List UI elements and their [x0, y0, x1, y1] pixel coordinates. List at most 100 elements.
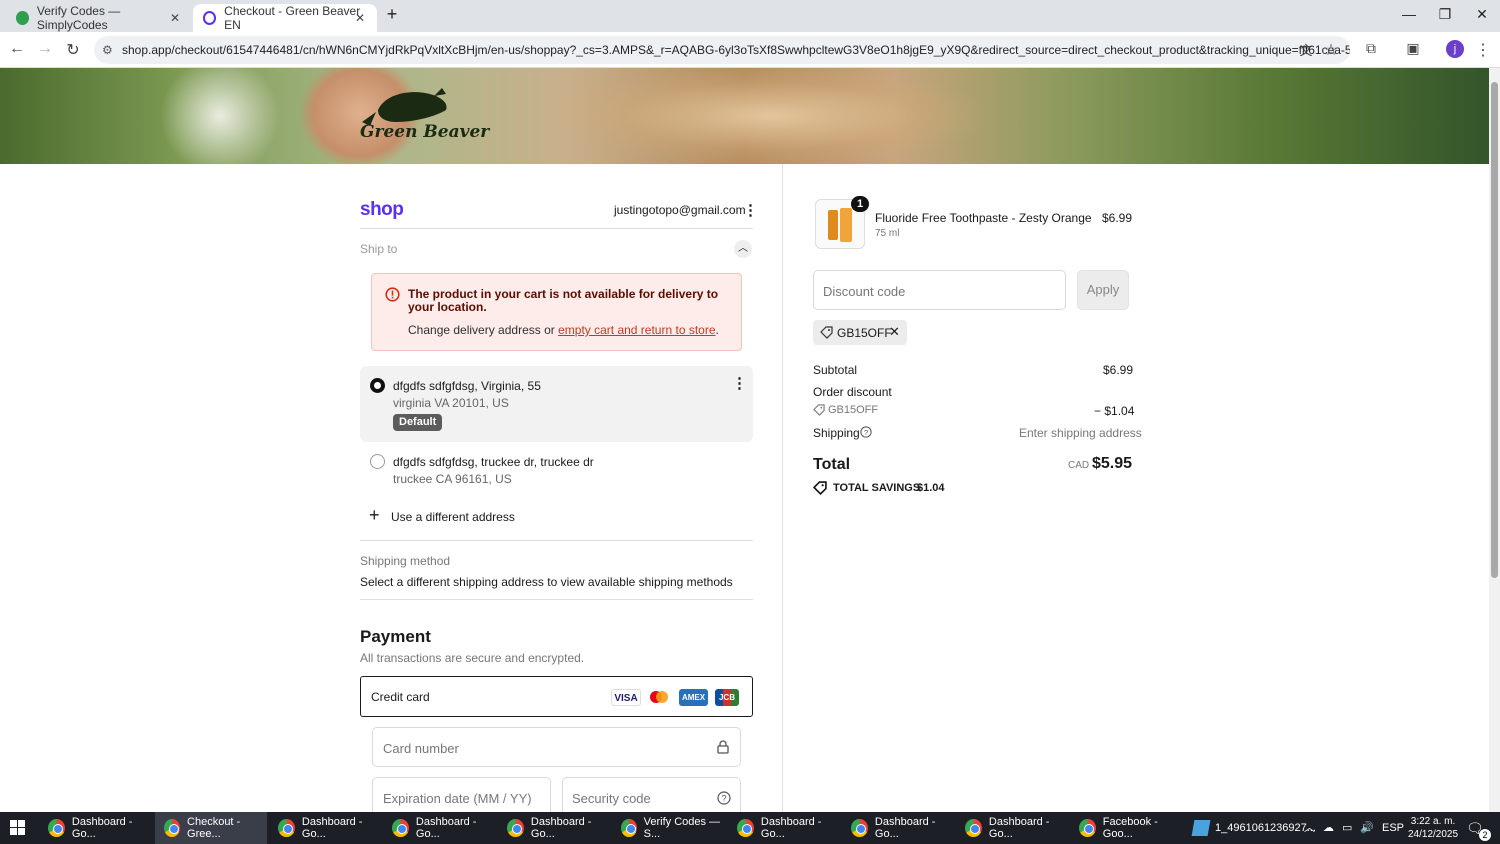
taskbar-item[interactable]: Dashboard - Go... [392, 812, 498, 844]
amex-icon: AMEX [679, 689, 708, 706]
network-icon[interactable]: ☁ [1323, 812, 1334, 844]
taskbar-item[interactable]: 1_4961061236927... [1191, 812, 1316, 844]
forward-icon[interactable]: → [35, 40, 55, 58]
security-code-field[interactable]: Security code ? [562, 777, 741, 817]
close-tab-icon[interactable]: ✕ [170, 11, 180, 25]
new-tab-icon[interactable]: + [382, 4, 402, 25]
remove-discount-icon[interactable]: ✕ [889, 324, 900, 340]
taskbar-item[interactable]: Dashboard - Go... [48, 812, 154, 844]
taskbar-item[interactable]: Facebook - Goo... [1079, 812, 1185, 844]
bookmark-star-icon[interactable]: ☆ [1321, 40, 1341, 60]
card-number-field[interactable]: Card number [372, 727, 741, 767]
taskbar-item-label: 1_4961061236927... [1215, 822, 1316, 834]
browser-toolbar: ← → ↻ ⚙ shop.app/checkout/61547446481/cn… [0, 32, 1500, 68]
help-icon[interactable]: ? [717, 791, 731, 805]
show-hidden-icons-icon[interactable]: ︿ [1304, 812, 1315, 844]
simplycodes-favicon-icon [16, 11, 29, 25]
expiry-date-field[interactable]: Expiration date (MM / YY) [372, 777, 551, 817]
address-detail: virginia VA 20101, US [393, 396, 509, 410]
language-indicator[interactable]: ESP [1382, 812, 1404, 844]
translate-icon[interactable]: 文 [1296, 40, 1316, 59]
payment-title: Payment [360, 627, 431, 646]
reload-icon[interactable]: ↻ [63, 40, 83, 60]
shop-pay-logo: shop [360, 199, 404, 220]
discount-code-input[interactable]: Discount code [813, 270, 1066, 310]
taskbar-item[interactable]: Verify Codes — S... [621, 812, 727, 844]
display-icon[interactable]: ▭ [1342, 812, 1352, 844]
shipping-value: Enter shipping address [1019, 426, 1142, 440]
tab-search-icon[interactable]: ▣ [1403, 40, 1423, 57]
address-detail: truckee CA 96161, US [393, 472, 512, 486]
svg-text:?: ? [721, 794, 726, 804]
alert-body-suffix: . [715, 323, 719, 337]
chrome-icon [507, 819, 524, 837]
volume-icon[interactable]: 🔊 [1360, 812, 1374, 844]
tab-label: Verify Codes — SimplyCodes [36, 4, 121, 32]
column-divider [782, 164, 783, 812]
taskbar-item-label: Dashboard - Go... [301, 816, 363, 840]
site-info-icon[interactable]: ⚙ [102, 36, 113, 64]
security-code-placeholder: Security code [572, 791, 651, 806]
divider [360, 599, 753, 600]
card-number-placeholder: Card number [383, 741, 459, 756]
taskbar-item-label: Dashboard - Go... [530, 816, 592, 840]
taskbar-item[interactable]: Dashboard - Go... [965, 812, 1071, 844]
address-name[interactable]: dfgdfs sdfgfdsg, truckee dr, truckee dr [393, 455, 594, 469]
menu-kebab-icon[interactable]: ⋮ [1473, 40, 1493, 60]
quantity-badge: 1 [851, 196, 869, 212]
logo-text: Green Beaver [360, 122, 490, 142]
close-tab-icon[interactable]: ✕ [355, 11, 365, 25]
profile-avatar[interactable]: j [1446, 40, 1464, 58]
taskbar-item-label: Dashboard - Go... [415, 816, 477, 840]
taskbar-item-active[interactable]: Checkout - Gree... [155, 812, 267, 844]
page-scrollbar[interactable] [1489, 68, 1500, 812]
ship-to-label: Ship to [360, 242, 398, 256]
address-radio-unselected[interactable] [370, 454, 385, 469]
total-savings-label: TOTAL SAVINGS [833, 482, 921, 494]
tab-checkout[interactable]: Checkout - Green Beaver EN ✕ [193, 4, 377, 32]
tab-verify-codes[interactable]: Verify Codes — SimplyCodes ✕ [6, 4, 192, 32]
browser-tab-strip: Verify Codes — SimplyCodes ✕ Checkout - … [0, 0, 1500, 32]
taskbar-item[interactable]: Dashboard - Go... [507, 812, 613, 844]
alert-body: Change delivery address or empty cart an… [408, 323, 719, 337]
expiry-placeholder: Expiration date (MM / YY) [383, 791, 532, 806]
address-options-icon[interactable]: ⋮ [732, 374, 747, 392]
windows-start-icon[interactable] [10, 820, 26, 836]
close-window-icon[interactable]: ✕ [1472, 6, 1492, 23]
address-radio-selected[interactable] [370, 378, 385, 393]
divider [360, 540, 753, 541]
taskbar-item[interactable]: Dashboard - Go... [278, 812, 384, 844]
taskbar-item[interactable]: Dashboard - Go... [851, 812, 957, 844]
total-savings-value: $1.04 [917, 482, 945, 494]
savings-tag-icon [813, 481, 827, 495]
account-menu-icon[interactable]: ⋮ [743, 201, 758, 219]
collapse-chevron-up-icon[interactable]: ︿ [734, 240, 752, 258]
empty-cart-link[interactable]: empty cart and return to store [558, 323, 715, 337]
help-icon[interactable]: ? [860, 426, 872, 438]
chrome-icon [851, 819, 868, 837]
use-different-address-button[interactable]: Use a different address [391, 510, 515, 524]
product-price: $6.99 [1102, 211, 1133, 225]
clock-date: 24/12/2025 [1408, 829, 1459, 840]
discount-code-placeholder: Discount code [823, 284, 906, 299]
address-name: dfgdfs sdfgfdsg, Virginia, 55 [393, 379, 541, 393]
applied-discount-chip: GB15OFF ✕ [813, 320, 907, 345]
applied-code: GB15OFF [837, 326, 892, 340]
taskbar-item-label: Dashboard - Go... [760, 816, 822, 840]
plus-icon[interactable]: + [369, 505, 380, 526]
system-clock[interactable]: 3:22 a. m. 24/12/2025 [1408, 815, 1458, 841]
total-label: Total [813, 456, 851, 473]
currency-code: CAD [1068, 460, 1090, 471]
apply-discount-button[interactable]: Apply [1077, 270, 1129, 310]
taskbar-item-label: Dashboard - Go... [71, 816, 133, 840]
taskbar-item-label: Facebook - Goo... [1102, 816, 1158, 840]
extensions-icon[interactable]: ⧉ [1361, 40, 1381, 57]
restore-icon[interactable]: ❐ [1435, 6, 1455, 23]
back-icon[interactable]: ← [7, 40, 27, 58]
taskbar-item[interactable]: Dashboard - Go... [737, 812, 843, 844]
minimize-icon[interactable]: — [1399, 6, 1419, 22]
address-bar[interactable]: ⚙ shop.app/checkout/61547446481/cn/hWN6n… [94, 36, 1350, 64]
clock-time: 3:22 a. m. [1410, 816, 1456, 827]
chrome-icon [164, 819, 181, 837]
visa-icon: VISA [611, 689, 641, 706]
